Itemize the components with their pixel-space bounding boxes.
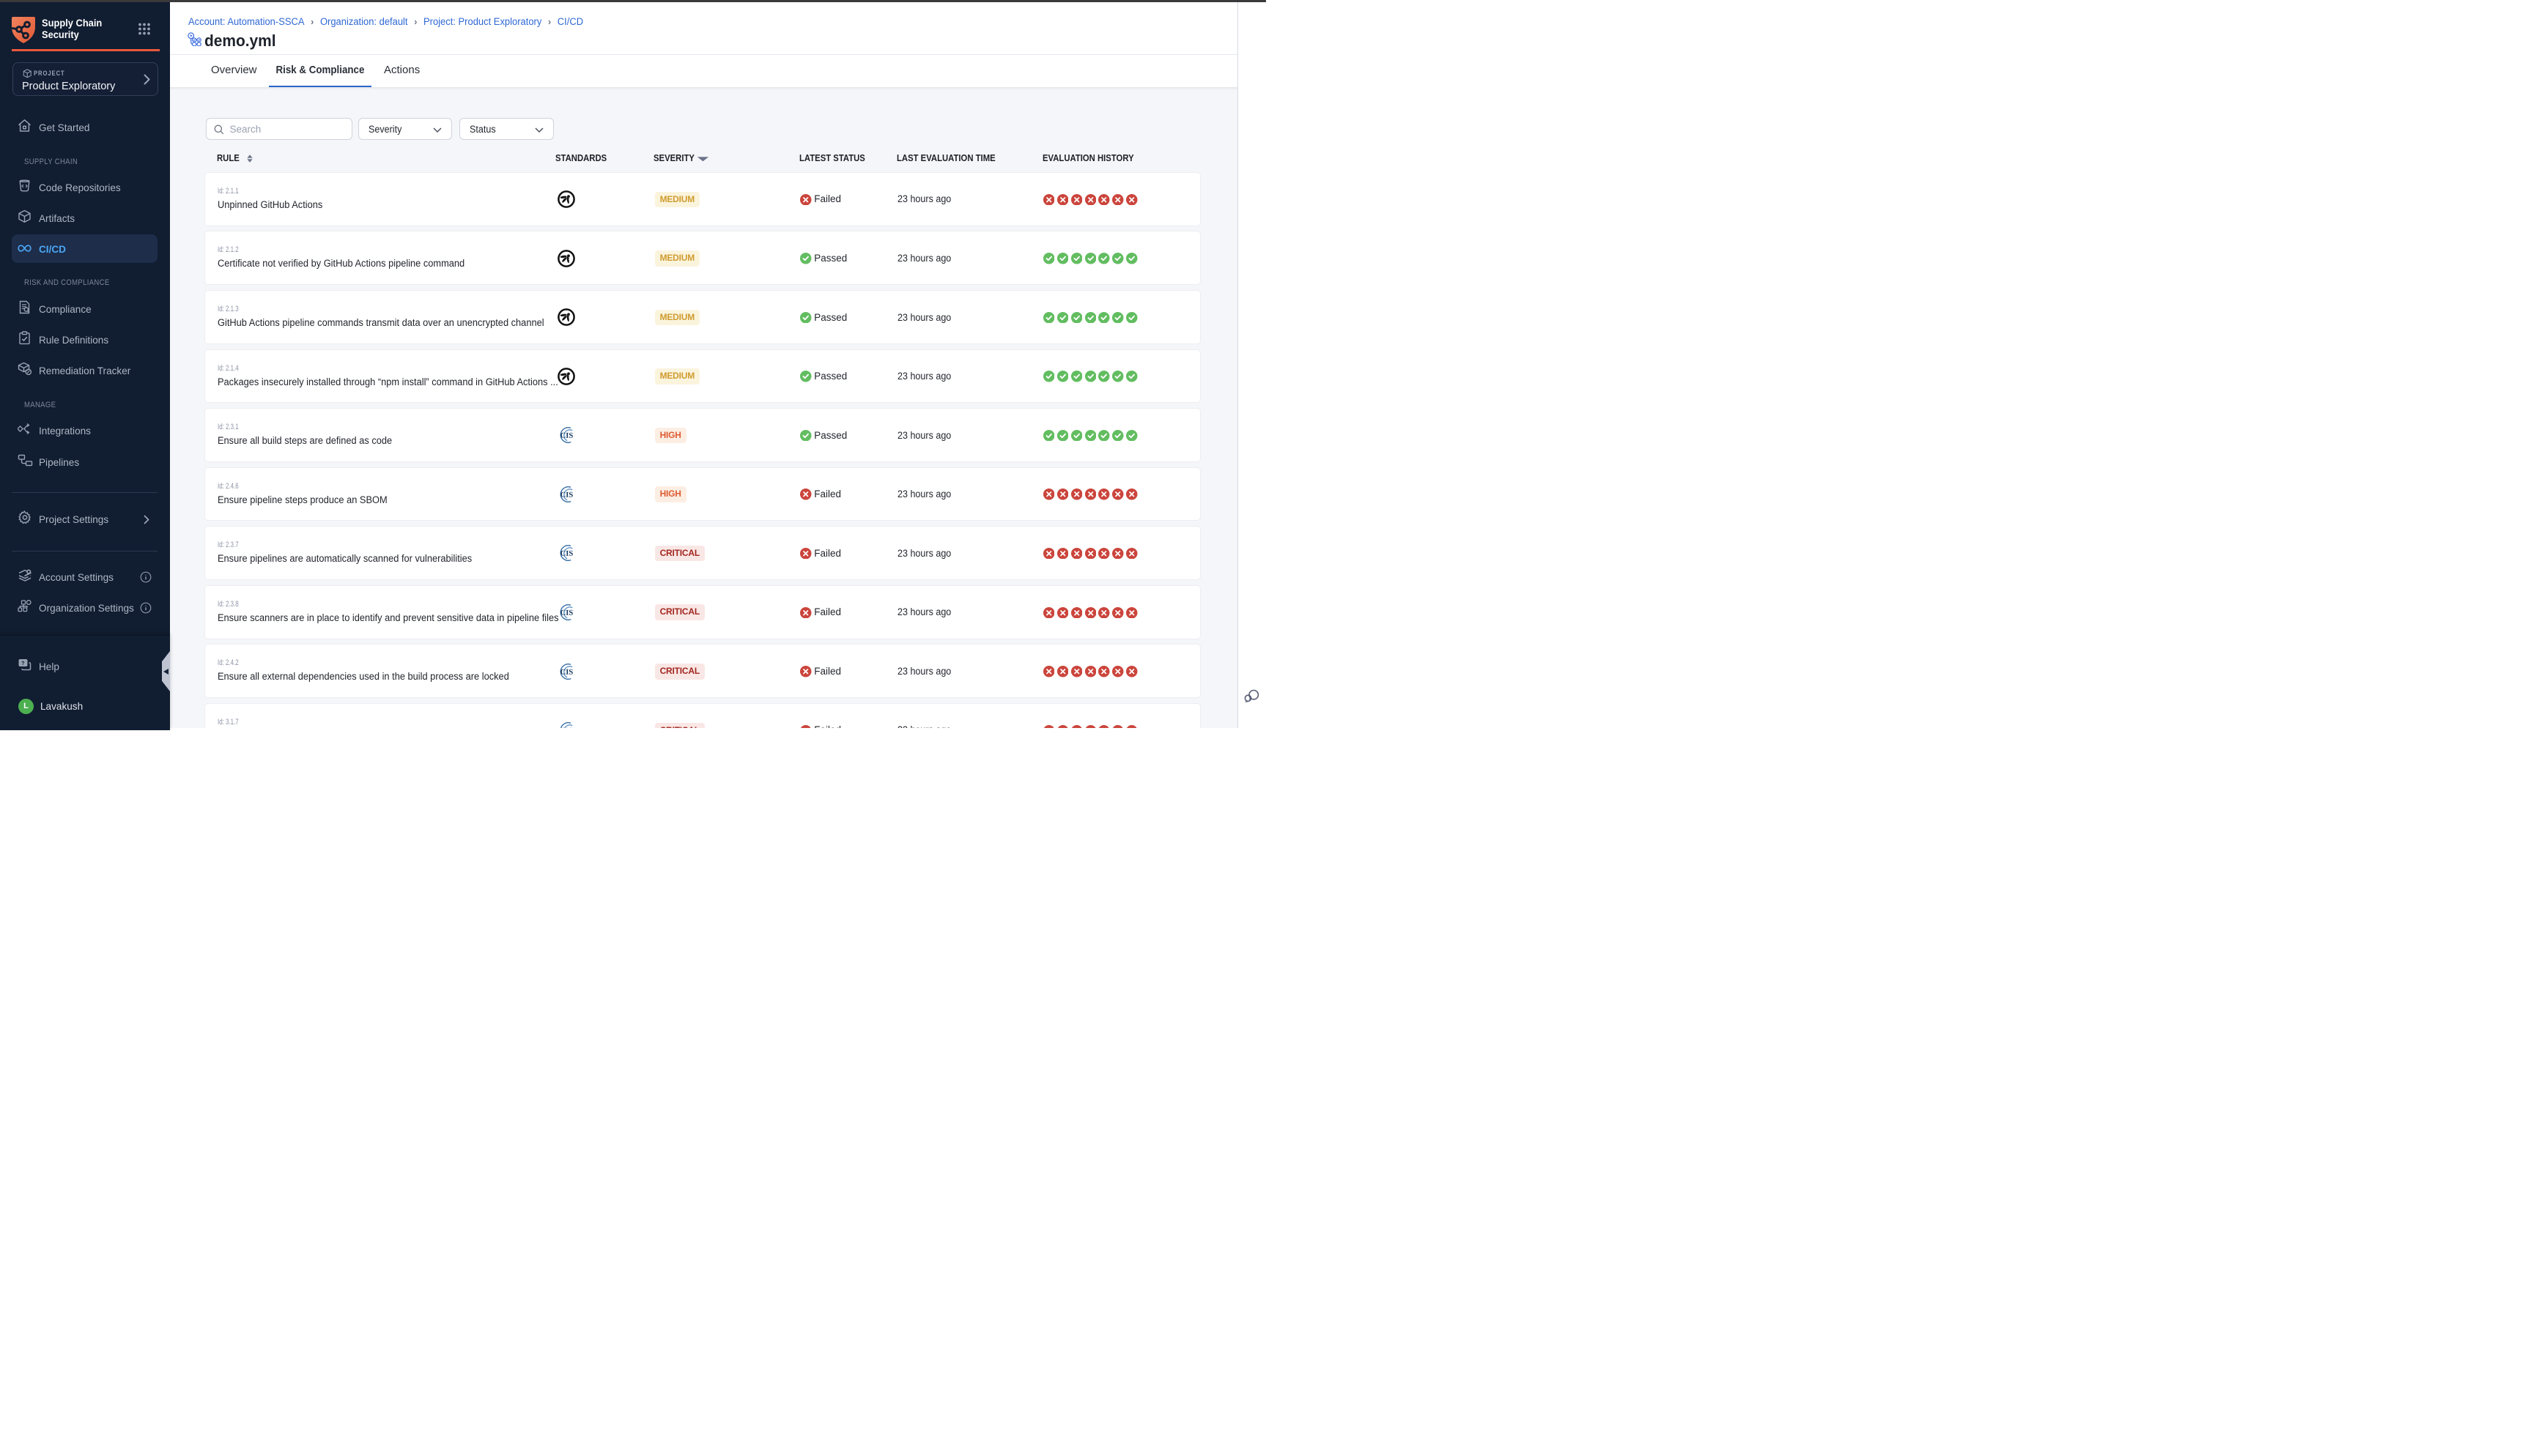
svg-text:CIS: CIS bbox=[560, 432, 574, 440]
svg-text:CIS: CIS bbox=[560, 609, 574, 617]
svg-text:CIS: CIS bbox=[560, 550, 574, 558]
svg-text:CIS: CIS bbox=[560, 668, 574, 676]
svg-text:CIS: CIS bbox=[560, 491, 574, 499]
svg-text:CIS: CIS bbox=[560, 727, 574, 728]
svg-text:?: ? bbox=[21, 660, 25, 666]
